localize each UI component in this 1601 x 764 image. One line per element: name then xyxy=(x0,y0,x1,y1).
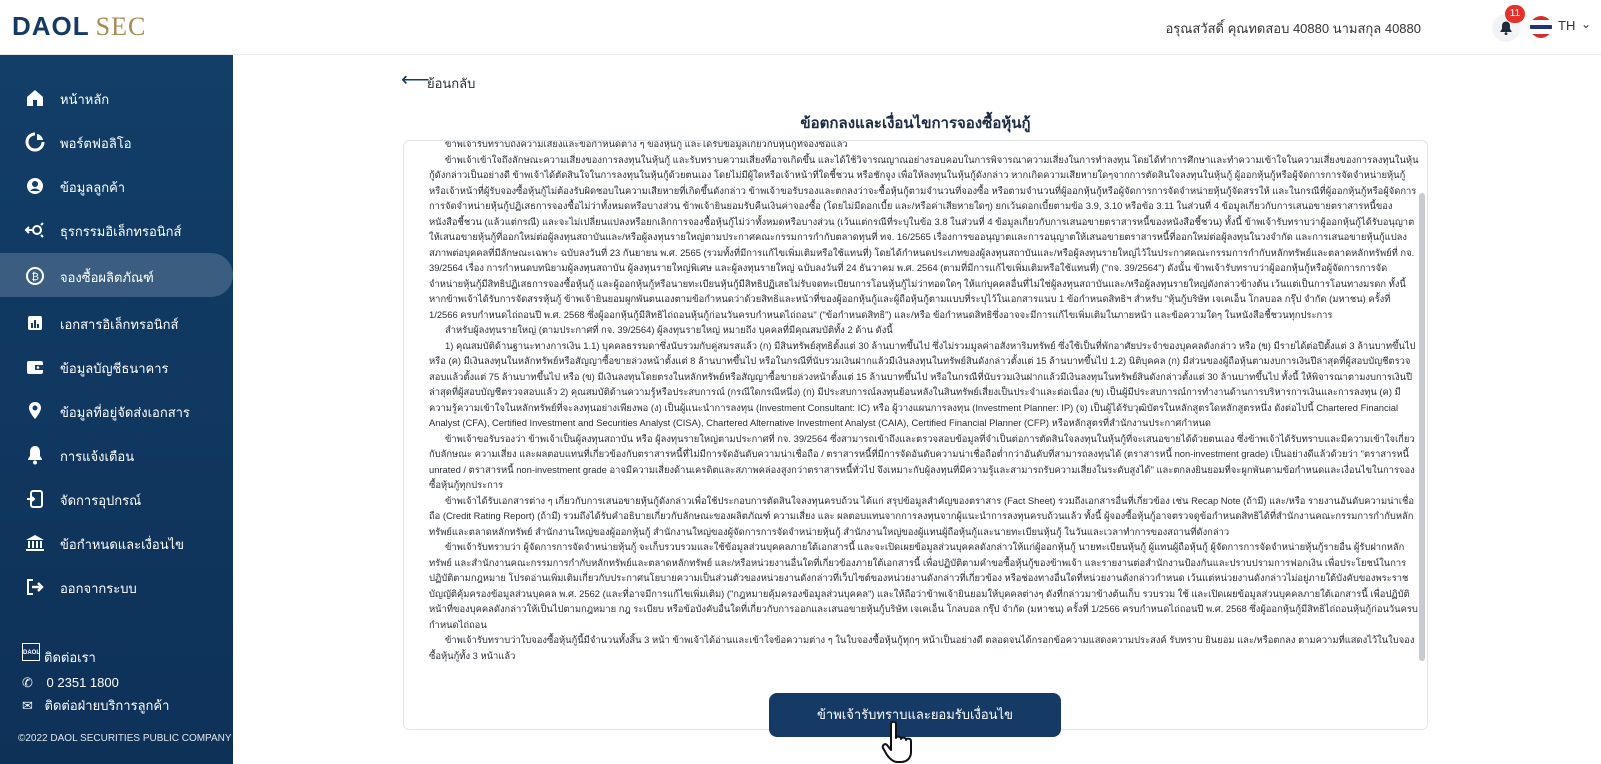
terms-paragraph: ข้าพเจ้ารับทราบถึงความเสี่ยงและข้อกำหนดต… xyxy=(445,140,848,149)
terms-scroll-box[interactable]: ข้าพเจ้ารับทราบถึงความเสี่ยงและข้อกำหนดต… xyxy=(403,140,1428,730)
document-chart-icon xyxy=(28,316,42,330)
logo-primary: DAOL xyxy=(12,11,90,41)
page-title: ข้อตกลงและเงื่อนไขการจองซื้อหุ้นกู้ xyxy=(800,115,1031,132)
sidebar-item-subscribe-products[interactable]: ₿ จองซื้อผลิตภัณฑ์ xyxy=(0,253,233,297)
sidebar-item-home[interactable]: หน้าหลัก xyxy=(0,75,233,119)
sidebar-item-label: ออกจากระบบ xyxy=(60,581,137,596)
device-icon xyxy=(27,490,43,508)
sidebar-item-e-documents[interactable]: เอกสารอิเล็กทรอนิกส์ xyxy=(0,300,233,344)
sidebar-item-logout[interactable]: ออกจากระบบ xyxy=(0,564,233,608)
hand-pointer-cursor-icon xyxy=(881,720,912,763)
sidebar-item-label: ข้อมูลบัญชีธนาคาร xyxy=(60,361,169,376)
user-greeting: อรุณสวัสดิ์ คุณทดสอบ 40880 นามสกุล 40880 xyxy=(1165,21,1422,36)
terms-paragraph: ข้าพเจ้าเข้าใจถึงลักษณะความเสี่ยงของการล… xyxy=(429,153,1419,320)
sidebar-item-label: พอร์ตฟอลิโอ xyxy=(60,136,132,151)
sidebar-item-label: หน้าหลัก xyxy=(60,92,110,107)
notification-count-badge: 11 xyxy=(1505,5,1525,23)
sidebar-item-label: จองซื้อผลิตภัณฑ์ xyxy=(60,270,154,285)
phone-number: 0 2351 1800 xyxy=(46,675,119,690)
logo-secondary: SEC xyxy=(95,12,147,41)
sidebar-item-label: การแจ้งเตือน xyxy=(60,449,135,464)
sidebar-item-label: ข้อกำหนดและเงื่อนไข xyxy=(60,537,185,552)
daol-sec-logo[interactable]: DAOL SEC xyxy=(12,11,146,42)
portfolio-icon xyxy=(25,132,45,152)
thai-flag-icon[interactable] xyxy=(1530,16,1552,38)
terms-paragraph: สำหรับผู้ลงทุนรายใหญ่ (ตามประกาศที่ กจ. … xyxy=(445,324,893,335)
sidebar-item-portfolio[interactable]: พอร์ตฟอลิโอ xyxy=(0,119,233,163)
copyright-text: ©2022 DAOL SECURITIES PUBLIC COMPANY xyxy=(18,733,232,744)
terms-paragraph: ข้าพเจ้ารับทราบว่าใบจองซื้อหุ้นกู้นี้มีจ… xyxy=(429,634,1415,661)
arrow-left-icon: ⟵ xyxy=(401,69,430,91)
sidebar-item-e-transaction[interactable]: ธุรกรรมอิเล็กทรอนิกส์ xyxy=(0,207,233,251)
sidebar-item-customer-info[interactable]: ข้อมูลลูกค้า xyxy=(0,163,233,207)
mail-icon: ✉ xyxy=(22,698,33,713)
location-icon xyxy=(29,402,41,419)
sidebar-item-mailing-address[interactable]: ข้อมูลที่อยู่จัดส่งเอกสาร xyxy=(0,388,233,432)
wallet-icon xyxy=(27,361,43,374)
main-content: ⟵ ย้อนกลับ ข้อตกลงและเงื่อนไขการจองซื้อห… xyxy=(233,55,1601,764)
customer-service-link: ติดต่อฝ่ายบริการลูกค้า xyxy=(44,698,170,713)
daol-small-logo: DAOL xyxy=(22,643,40,661)
sidebar-item-terms-conditions[interactable]: ข้อกำหนดและเงื่อนไข xyxy=(0,520,233,564)
bell-icon xyxy=(28,446,42,465)
sidebar-item-label: ข้อมูลที่อยู่จัดส่งเอกสาร xyxy=(60,405,190,420)
sidebar-item-label: ข้อมูลลูกค้า xyxy=(60,180,126,195)
terms-text: ข้าพเจ้ารับทราบถึงความเสี่ยงและข้อกำหนดต… xyxy=(429,140,1419,663)
bank-icon xyxy=(26,535,44,551)
sidebar-item-label: ธุรกรรมอิเล็กทรอนิกส์ xyxy=(60,224,182,239)
terms-paragraph: ข้าพเจ้าขอรับรองว่า ข้าพเจ้าเป็นผู้ลงทุน… xyxy=(429,432,1415,491)
back-label: ย้อนกลับ xyxy=(427,76,476,91)
svg-text:₿: ₿ xyxy=(32,271,39,283)
sidebar-item-notifications[interactable]: การแจ้งเตือน xyxy=(0,432,233,476)
chevron-down-icon[interactable]: ⌄ xyxy=(1581,17,1591,31)
scrollbar-thumb[interactable] xyxy=(1419,193,1425,661)
contact-us-title: ติดต่อเรา xyxy=(44,650,96,665)
transaction-icon xyxy=(24,222,44,238)
customer-service-row[interactable]: ✉ ติดต่อฝ่ายบริการลูกค้า xyxy=(22,695,169,716)
terms-paragraph: ข้าพเจ้ารับทราบว่า ผู้จัดการการจัดจำหน่า… xyxy=(429,541,1418,630)
logout-icon xyxy=(27,579,44,595)
top-bar: DAOL SEC อรุณสวัสดิ์ คุณทดสอบ 40880 นามสก… xyxy=(0,0,1601,55)
home-icon xyxy=(27,90,43,106)
terms-paragraph: 1) คุณสมบัติด้านฐานะทางการเงิน 1.1) บุคค… xyxy=(429,339,1416,429)
bitcoin-icon: ₿ xyxy=(26,267,44,285)
terms-paragraph: ข้าพเจ้าได้รับเอกสารต่าง ๆ เกี่ยวกับการเ… xyxy=(429,494,1414,537)
sidebar: หน้าหลัก พอร์ตฟอลิโอ ข้อมูลลูกค้า ธุรกรร… xyxy=(0,55,233,764)
sidebar-item-label: เอกสารอิเล็กทรอนิกส์ xyxy=(60,317,179,332)
sidebar-item-label: จัดการอุปกรณ์ xyxy=(60,493,142,508)
phone-row[interactable]: ✆ 0 2351 1800 xyxy=(22,675,119,691)
language-selector[interactable]: TH xyxy=(1558,18,1575,33)
sidebar-item-device-management[interactable]: จัดการอุปกรณ์ xyxy=(0,476,233,520)
phone-icon: ✆ xyxy=(22,675,33,690)
sidebar-item-bank-account[interactable]: ข้อมูลบัญชีธนาคาร xyxy=(0,344,233,388)
user-icon xyxy=(27,178,43,194)
